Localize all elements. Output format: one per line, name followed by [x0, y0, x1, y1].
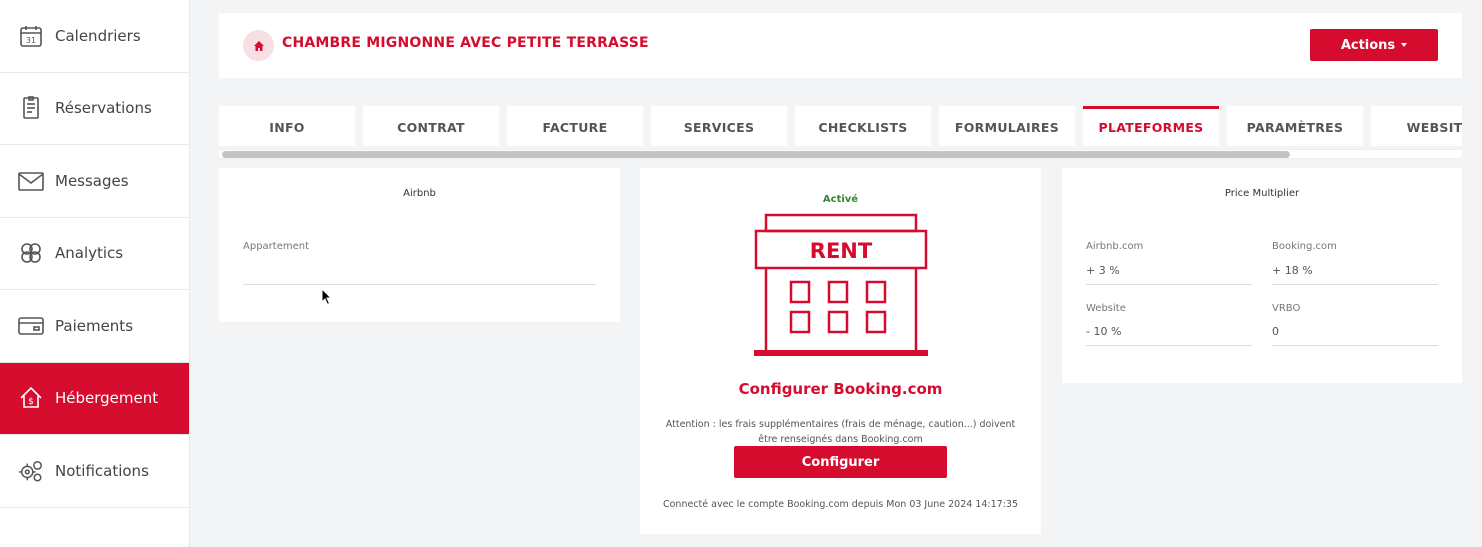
tab-bar: INFO CONTRAT FACTURE SERVICES CHECKLISTS… — [219, 106, 1462, 160]
tab-info[interactable]: INFO — [219, 106, 355, 146]
airbnb-multiplier-label: Airbnb.com — [1086, 241, 1144, 252]
envelope-icon — [18, 168, 44, 194]
page-title: CHAMBRE MIGNONNE AVEC PETITE TERRASSE — [282, 35, 649, 51]
sidebar-item-messages[interactable]: Messages — [0, 145, 189, 218]
sidebar-item-label: Hébergement — [55, 389, 159, 408]
sidebar-item-label: Calendriers — [55, 26, 141, 45]
credit-card-icon — [18, 313, 44, 339]
house-money-icon: $ — [18, 385, 44, 411]
sidebar-item-label: Analytics — [55, 244, 124, 263]
status-badge: Activé — [822, 194, 859, 205]
tab-services[interactable]: SERVICES — [651, 106, 787, 146]
tabs-scrollbar[interactable] — [219, 149, 1462, 159]
configure-button[interactable]: Configurer — [734, 446, 947, 478]
sidebar-item-paiements[interactable]: Paiements — [0, 290, 189, 363]
airbnb-card: Airbnb Appartement — [219, 168, 620, 322]
sidebar-item-label: Messages — [55, 171, 129, 190]
booking-card: Activé RENT Configurer Booking.com Atten… — [640, 168, 1041, 534]
home-icon[interactable] — [243, 30, 274, 61]
tab-website[interactable]: WEBSITE — [1371, 106, 1462, 146]
sidebar-item-label: Notifications — [55, 461, 149, 480]
website-multiplier-label: Website — [1086, 303, 1126, 314]
analytics-icon — [18, 240, 44, 266]
price-multiplier-title: Price Multiplier — [1224, 188, 1300, 199]
sidebar-item-analytics[interactable]: Analytics — [0, 218, 189, 290]
mouse-cursor-icon — [321, 288, 333, 306]
tab-plateformes[interactable]: PLATEFORMES — [1083, 106, 1219, 146]
appartement-field[interactable] — [243, 260, 596, 285]
rent-building-illustration: RENT — [754, 213, 928, 356]
actions-button[interactable]: Actions — [1310, 29, 1438, 61]
booking-connected-text: Connecté avec le compte Booking.com depu… — [662, 499, 1019, 510]
vrbo-multiplier-label: VRBO — [1272, 303, 1301, 314]
tab-formulaires[interactable]: FORMULAIRES — [939, 106, 1075, 146]
configure-booking-title: Configurer Booking.com — [738, 380, 943, 398]
vrbo-multiplier-input[interactable]: 0 — [1272, 321, 1438, 346]
tabs-scrollbar-thumb[interactable] — [222, 151, 1290, 158]
calendar-icon: 31 — [18, 23, 44, 49]
actions-button-label: Actions — [1340, 37, 1396, 53]
calendar-icon-day: 31 — [26, 36, 36, 45]
sidebar-item-calendriers[interactable]: 31 Calendriers — [0, 0, 189, 73]
tab-facture[interactable]: FACTURE — [507, 106, 643, 146]
price-multiplier-card: Price Multiplier Airbnb.com + 3 % Bookin… — [1062, 168, 1462, 383]
svg-text:$: $ — [28, 397, 34, 407]
reservation-icon — [18, 95, 44, 121]
booking-multiplier-input[interactable]: + 18 % — [1272, 260, 1438, 285]
airbnb-card-title: Airbnb — [403, 188, 436, 199]
tab-checklists[interactable]: CHECKLISTS — [795, 106, 931, 146]
sidebar-item-reservations[interactable]: Réservations — [0, 73, 189, 145]
sidebar-item-label: Paiements — [55, 316, 134, 335]
tab-contrat[interactable]: CONTRAT — [363, 106, 499, 146]
page-header: CHAMBRE MIGNONNE AVEC PETITE TERRASSE Ac… — [219, 13, 1462, 78]
rent-sign-text: RENT — [810, 239, 873, 263]
airbnb-multiplier-input[interactable]: + 3 % — [1086, 260, 1252, 285]
booking-warning-text: Attention : les frais supplémentaires (f… — [665, 419, 1016, 445]
sidebar-item-label: Réservations — [55, 99, 152, 118]
appartement-label: Appartement — [243, 241, 310, 252]
booking-multiplier-label: Booking.com — [1272, 241, 1337, 252]
gears-icon — [18, 458, 44, 484]
tab-parametres[interactable]: PARAMÈTRES — [1227, 106, 1363, 146]
sidebar: 31 Calendriers Réservations Messages Ana… — [0, 0, 190, 547]
sidebar-item-hebergement[interactable]: $ Hébergement — [0, 362, 189, 435]
website-multiplier-input[interactable]: - 10 % — [1086, 321, 1252, 346]
sidebar-item-notifications[interactable]: Notifications — [0, 435, 189, 508]
caret-down-icon — [1401, 43, 1408, 47]
